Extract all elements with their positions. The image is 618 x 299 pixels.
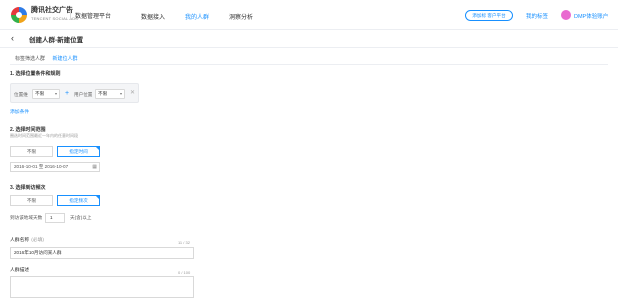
top-nav-bar: 腾讯社交广告 TENCENT SOCIAL ADS 数据管理平台 数据接入 我的… (0, 0, 618, 30)
nav-item-insight-analysis[interactable]: 洞察分析 (229, 12, 253, 21)
condition-user-location-value: 不限 (98, 91, 108, 96)
audience-description-counter: 0 / 100 (178, 270, 191, 275)
plus-icon[interactable]: + (65, 90, 69, 97)
time-unlimited-option[interactable]: 不限 (10, 146, 53, 157)
nav-item-data-access[interactable]: 数据接入 (141, 12, 165, 21)
time-custom-option[interactable]: 指定时间 (57, 146, 100, 157)
user-account-name[interactable]: DMP体验账户 (574, 12, 608, 20)
brand-subtitle: TENCENT SOCIAL ADS (31, 16, 79, 21)
section-title-location-conditions: 1. 选择位置条件和规则 (10, 71, 61, 77)
chevron-down-icon: ▾ (54, 91, 57, 96)
my-tags-link[interactable]: 我的标签 (526, 12, 548, 20)
frequency-unlimited-option[interactable]: 不限 (10, 195, 53, 206)
section-title-time-range: 2. 选择时间范围 (10, 127, 46, 133)
condition-dimension-select[interactable]: 不限 ▾ (32, 89, 60, 99)
audience-description-textarea[interactable] (10, 276, 194, 298)
back-arrow-icon[interactable]: ‹ (11, 34, 19, 43)
selected-corner-icon (95, 146, 100, 151)
time-range-hint: 圈选时间范围最近一年内的任意时间段 (10, 133, 78, 138)
platform-name: 数据管理平台 (75, 14, 112, 20)
date-range-picker[interactable]: 2016-10-01 至 2016-10-07 ▦ (10, 162, 100, 172)
add-condition-link[interactable]: 添加条件 (10, 108, 29, 115)
selected-corner-icon (95, 195, 100, 200)
audience-name-label-text: 人群名称 (10, 238, 30, 243)
tabs-divider (10, 64, 608, 65)
header-divider (0, 47, 618, 48)
tencent-logo-icon (11, 7, 27, 23)
add-tag-platform-button[interactable]: 添加标 客户平台 (465, 10, 513, 21)
audience-description-label: 人群描述 (10, 268, 30, 273)
condition-dimension-value: 不限 (35, 91, 45, 96)
audience-name-label: 人群名称 (必填) (10, 236, 44, 243)
calendar-icon: ▦ (92, 164, 97, 170)
page-title: 创建人群-新建位置 (29, 37, 84, 44)
section-title-visit-frequency: 3. 选择到访频次 (10, 185, 46, 191)
condition-user-location-select[interactable]: 不限 ▾ (95, 89, 125, 99)
nav-item-my-audiences[interactable]: 我的人群 (185, 12, 209, 21)
condition-label-user-location: 用户位置 (74, 92, 93, 97)
brand-divider (70, 10, 71, 20)
frequency-custom-option-label: 指定频次 (69, 198, 88, 203)
required-hint: (必填) (31, 238, 44, 243)
audience-name-counter: 11 / 32 (178, 240, 190, 245)
frequency-custom-option[interactable]: 指定频次 (57, 195, 100, 206)
chevron-down-icon: ▾ (119, 91, 122, 96)
close-icon[interactable]: ✕ (130, 90, 135, 97)
condition-row: 位置维 不限 ▾ + 用户位置 不限 ▾ ✕ (10, 83, 139, 103)
avatar[interactable] (561, 10, 571, 20)
visit-days-label: 到访该地域天数 (10, 215, 43, 220)
brand-name: 腾讯社交广告 (31, 7, 73, 14)
visit-days-suffix: 天(含)以上 (70, 215, 92, 220)
audience-name-input[interactable]: 2016年10月访问某人群 (10, 247, 194, 259)
time-custom-option-label: 指定时间 (69, 149, 88, 154)
visit-days-input[interactable]: 1 (45, 213, 65, 223)
condition-label-dimension: 位置维 (14, 92, 28, 97)
date-range-value: 2016-10-01 至 2016-10-07 (14, 164, 69, 169)
